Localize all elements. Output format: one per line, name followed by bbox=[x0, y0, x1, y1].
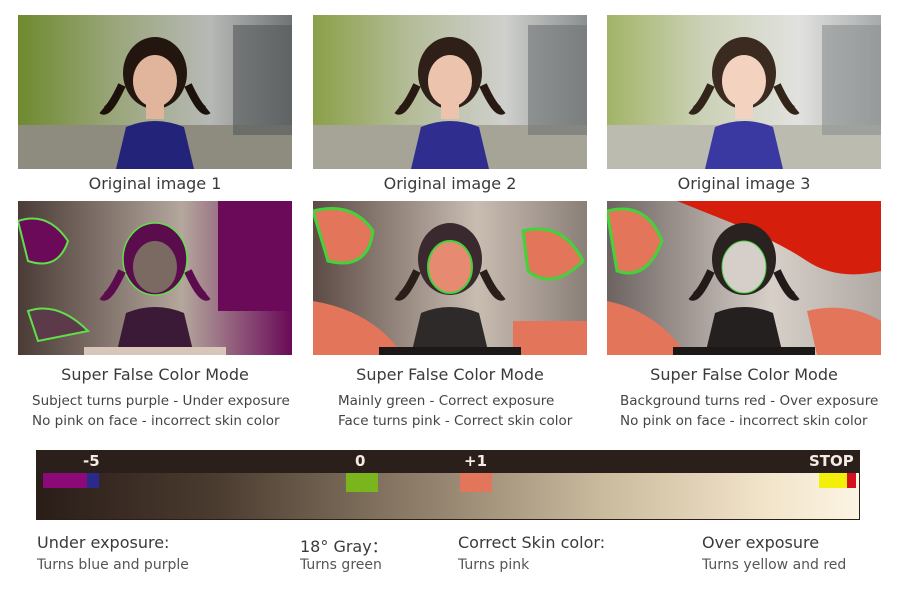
swatch-blue bbox=[87, 473, 99, 488]
original-photo-1 bbox=[18, 15, 292, 169]
false-color-photo-1 bbox=[18, 201, 292, 355]
legend-skin-sub: Turns pink bbox=[458, 557, 530, 573]
description-3: Background turns red - Over exposure No … bbox=[620, 391, 878, 431]
original-photo-3 bbox=[607, 15, 881, 169]
mode-title-1: Super False Color Mode bbox=[61, 365, 249, 384]
scale-label-zero: 0 bbox=[355, 452, 366, 470]
swatch-green bbox=[346, 473, 378, 492]
legend-gray-sub: Turns green bbox=[300, 557, 382, 573]
mode-title-3: Super False Color Mode bbox=[650, 365, 838, 384]
description-2-line2: Face turns pink - Correct skin color bbox=[338, 413, 573, 429]
caption-original-1: Original image 1 bbox=[88, 174, 222, 193]
caption-original-2: Original image 2 bbox=[383, 174, 517, 193]
exposure-scale-header bbox=[37, 451, 859, 473]
false-color-photo-3 bbox=[607, 201, 881, 355]
swatch-red bbox=[847, 473, 856, 488]
scale-label-minus5: -5 bbox=[83, 452, 100, 470]
legend-under-title: Under exposure: bbox=[37, 533, 170, 552]
mode-title-2: Super False Color Mode bbox=[356, 365, 544, 384]
legend-over-title: Over exposure bbox=[702, 533, 820, 552]
scale-label-plus1: +1 bbox=[464, 452, 488, 470]
legend-under-sub: Turns blue and purple bbox=[37, 557, 189, 573]
false-color-photo-2 bbox=[313, 201, 587, 355]
legend-skin-title: Correct Skin color: bbox=[458, 533, 606, 552]
description-1-line1: Subject turns purple - Under exposure bbox=[32, 393, 290, 409]
description-3-line2: No pink on face - incorrect skin color bbox=[620, 413, 868, 429]
exposure-scale: -5 0 +1 STOP bbox=[36, 450, 860, 520]
description-1-line2: No pink on face - incorrect skin color bbox=[32, 413, 280, 429]
description-2-line1: Mainly green - Correct exposure bbox=[338, 393, 555, 409]
legend-gray-title: 18° Gray： bbox=[300, 537, 388, 556]
swatch-purple bbox=[43, 473, 87, 488]
caption-original-3: Original image 3 bbox=[677, 174, 811, 193]
description-2: Mainly green - Correct exposure Face tur… bbox=[338, 391, 572, 431]
swatch-pink bbox=[460, 473, 492, 492]
description-1: Subject turns purple - Under exposure No… bbox=[32, 391, 290, 431]
description-3-line1: Background turns red - Over exposure bbox=[620, 393, 879, 409]
swatch-yellow bbox=[819, 473, 847, 488]
original-photo-2 bbox=[313, 15, 587, 169]
legend-over-sub: Turns yellow and red bbox=[702, 557, 847, 573]
scale-label-stop: STOP bbox=[809, 452, 854, 470]
